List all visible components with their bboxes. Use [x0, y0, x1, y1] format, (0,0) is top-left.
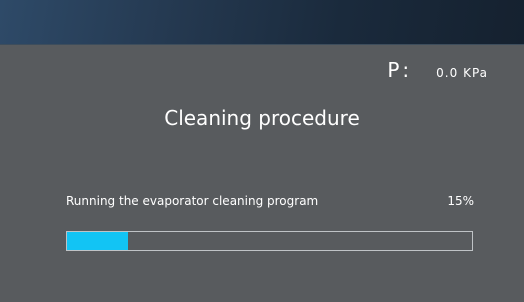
- progress-percent-text: 15%: [447, 194, 474, 208]
- top-bar: [0, 0, 524, 44]
- pressure-value: 0.0 KPa: [436, 66, 488, 80]
- cleaning-screen: P: 0.0 KPa Cleaning procedure Running th…: [0, 0, 524, 302]
- pressure-label: P:: [387, 58, 413, 82]
- page-title: Cleaning procedure: [164, 106, 360, 130]
- status-row: Running the evaporator cleaning program …: [66, 194, 474, 208]
- progress-bar: [66, 231, 473, 251]
- pressure-readout: P: 0.0 KPa: [387, 58, 488, 82]
- progress-fill: [67, 232, 128, 250]
- status-text: Running the evaporator cleaning program: [66, 194, 319, 208]
